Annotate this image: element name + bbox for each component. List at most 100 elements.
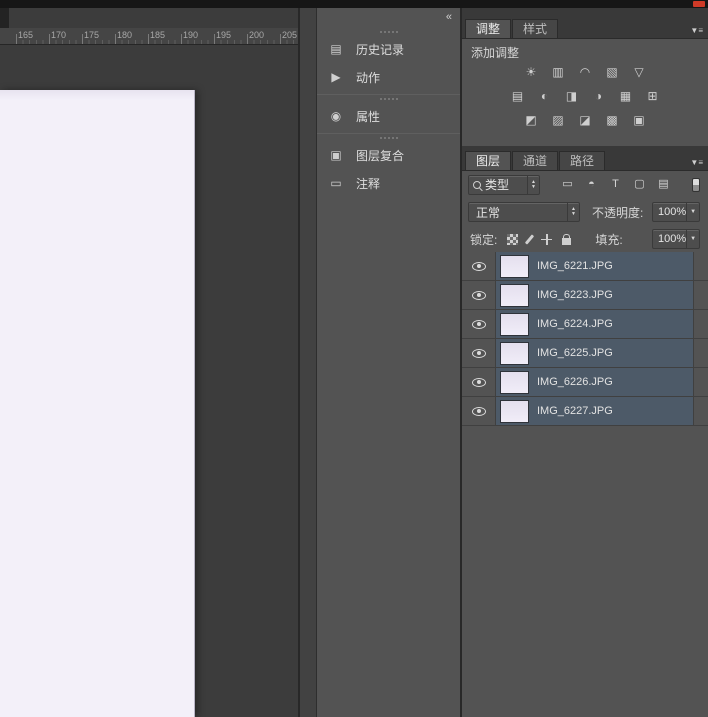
blend-mode-dropdown[interactable]: 正常 ▲ ▼ (468, 202, 580, 222)
opacity-dropdown[interactable]: 100% ▼ (652, 202, 700, 222)
black-white-icon[interactable]: ◨ (561, 87, 582, 105)
layer-row-gutter (693, 397, 708, 425)
document-canvas[interactable] (0, 90, 195, 717)
exposure-icon[interactable]: ▧ (602, 63, 623, 81)
gradient-map-icon[interactable]: ▩ (602, 111, 623, 129)
layer-row[interactable]: IMG_6221.JPG (462, 252, 708, 281)
layer-selection[interactable]: IMG_6227.JPG (496, 397, 693, 425)
layer-thumbnail[interactable] (501, 313, 528, 335)
color-lookup-icon[interactable]: ⊞ (642, 87, 663, 105)
layer-name[interactable]: IMG_6223.JPG (537, 289, 613, 301)
layer-name[interactable]: IMG_6221.JPG (537, 260, 613, 272)
dock-header: « (317, 8, 460, 28)
layer-row[interactable]: IMG_6226.JPG (462, 368, 708, 397)
ruler-tick: 185 (150, 30, 166, 40)
visibility-cell[interactable] (462, 339, 496, 367)
lock-position-icon[interactable] (541, 233, 553, 245)
dropdown-arrow-icon: ▼ (686, 203, 699, 221)
tab-paths[interactable]: 路径 (559, 151, 606, 170)
lock-transparent-pixels-icon[interactable] (507, 233, 519, 245)
dock-gutter (300, 8, 316, 717)
filter-kind-dropdown[interactable]: 类型 ▲ ▼ (468, 174, 540, 195)
layer-thumbnail[interactable] (501, 400, 528, 422)
opacity-value: 100% (658, 206, 687, 218)
adjustments-panel: 添加调整 ☀ ▥ ◠ ▧ ▽ ▤ ◐ ◨ ◑ ▦ ⊞ ◩ ▨ ◪ ▩ ▣ (462, 39, 708, 146)
panel-button-layer-comps[interactable]: ▣ 图层复合 (317, 141, 460, 169)
drag-grip[interactable] (379, 31, 398, 33)
eye-icon (471, 348, 486, 358)
pixel-layer-filter-icon[interactable]: ▭ (558, 176, 577, 193)
layer-row[interactable]: IMG_6225.JPG (462, 339, 708, 368)
layer-filtering-toggle[interactable] (692, 177, 700, 192)
type-layer-filter-icon[interactable]: T (606, 176, 625, 193)
panel-menu-icon[interactable]: ▼≡ (690, 158, 703, 167)
layer-row[interactable]: IMG_6227.JPG (462, 397, 708, 426)
ruler-tick: 205 (282, 30, 298, 40)
layer-selection[interactable]: IMG_6221.JPG (496, 252, 693, 280)
dock-group: ◉ 属性 (317, 98, 460, 130)
drag-grip[interactable] (379, 137, 398, 139)
smart-object-filter-icon[interactable]: ▤ (654, 176, 673, 193)
layer-selection[interactable]: IMG_6225.JPG (496, 339, 693, 367)
layer-row[interactable]: IMG_6223.JPG (462, 281, 708, 310)
panel-button-actions[interactable]: ▶ 动作 (317, 63, 460, 91)
color-balance-icon[interactable]: ◐ (534, 87, 555, 105)
layer-selection[interactable]: IMG_6226.JPG (496, 368, 693, 396)
layer-selection[interactable]: IMG_6224.JPG (496, 310, 693, 338)
invert-icon[interactable]: ◩ (521, 111, 542, 129)
layer-thumbnail[interactable] (501, 255, 528, 277)
vibrance-icon[interactable]: ▽ (629, 63, 650, 81)
layer-name[interactable]: IMG_6227.JPG (537, 405, 613, 417)
levels-icon[interactable]: ▥ (548, 63, 569, 81)
layer-name[interactable]: IMG_6224.JPG (537, 318, 613, 330)
eye-icon (471, 290, 486, 300)
fill-dropdown[interactable]: 100% ▼ (652, 229, 700, 249)
photo-filter-icon[interactable]: ◑ (588, 87, 609, 105)
selective-color-icon[interactable]: ▣ (629, 111, 650, 129)
layers-panel: 类型 ▲ ▼ ▭ ◓ T ▢ ▤ 正常 ▲ ▼ 不透明度: 100% ▼ 锁定:… (462, 171, 708, 717)
filter-type-icons: ▭ ◓ T ▢ ▤ (558, 176, 673, 193)
panel-button-label: 属性 (356, 109, 381, 124)
adjustment-layer-filter-icon[interactable]: ◓ (582, 176, 601, 193)
hue-saturation-icon[interactable]: ▤ (507, 87, 528, 105)
ruler-corner (0, 8, 9, 30)
layer-row[interactable]: IMG_6224.JPG (462, 310, 708, 339)
layer-selection[interactable]: IMG_6223.JPG (496, 281, 693, 309)
channel-mixer-icon[interactable]: ▦ (615, 87, 636, 105)
visibility-cell[interactable] (462, 281, 496, 309)
tab-styles[interactable]: 样式 (512, 19, 559, 38)
threshold-icon[interactable]: ◪ (575, 111, 596, 129)
drag-grip[interactable] (379, 98, 398, 100)
lock-image-pixels-icon[interactable] (525, 233, 535, 245)
layer-thumbnail[interactable] (501, 342, 528, 364)
visibility-cell[interactable] (462, 368, 496, 396)
layer-thumbnail[interactable] (501, 371, 528, 393)
curves-icon[interactable]: ◠ (575, 63, 596, 81)
layer-thumbnail[interactable] (501, 284, 528, 306)
layers-tab-bar: 图层 通道 路径 ▼≡ (462, 146, 708, 171)
fill-value: 100% (658, 233, 687, 245)
window-close-button[interactable] (693, 1, 705, 7)
play-icon: ▶ (331, 70, 341, 84)
layer-name[interactable]: IMG_6226.JPG (537, 376, 613, 388)
tab-channels[interactable]: 通道 (512, 151, 559, 170)
panel-button-label: 历史记录 (356, 42, 405, 57)
tab-layers[interactable]: 图层 (465, 151, 512, 170)
stepper-arrows-icon: ▲ ▼ (567, 203, 579, 221)
layer-name[interactable]: IMG_6225.JPG (537, 347, 613, 359)
collapse-to-icons-icon[interactable]: « (446, 11, 452, 23)
visibility-cell[interactable] (462, 252, 496, 280)
panel-button-properties[interactable]: ◉ 属性 (317, 102, 460, 130)
visibility-cell[interactable] (462, 310, 496, 338)
shape-layer-filter-icon[interactable]: ▢ (630, 176, 649, 193)
panel-button-history[interactable]: ▤ 历史记录 (317, 35, 460, 63)
lock-all-icon[interactable] (562, 233, 572, 245)
posterize-icon[interactable]: ▨ (548, 111, 569, 129)
dock-group: ▣ 图层复合 ▭ 注释 (317, 137, 460, 197)
visibility-cell[interactable] (462, 397, 496, 425)
panel-menu-icon[interactable]: ▼≡ (690, 26, 703, 35)
brightness-contrast-icon[interactable]: ☀ (521, 63, 542, 81)
panel-button-label: 动作 (356, 70, 381, 85)
tab-adjustments[interactable]: 调整 (465, 19, 512, 38)
panel-button-notes[interactable]: ▭ 注释 (317, 169, 460, 197)
